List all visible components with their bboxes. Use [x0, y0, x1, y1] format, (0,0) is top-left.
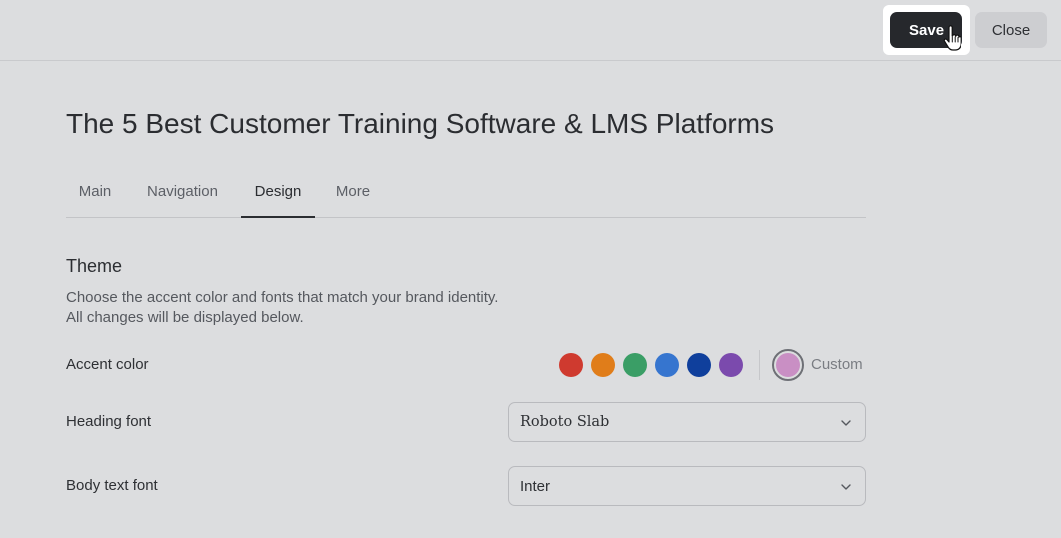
chevron-down-icon	[841, 484, 851, 490]
accent-swatch-blue[interactable]	[655, 353, 679, 377]
swatch-divider	[759, 350, 760, 380]
accent-swatch-purple[interactable]	[719, 353, 743, 377]
hand-cursor-icon	[943, 25, 961, 51]
custom-color-label[interactable]: Custom	[811, 356, 863, 373]
heading-font-select[interactable]: Roboto Slab	[508, 402, 866, 442]
custom-color-swatch[interactable]	[772, 349, 804, 381]
save-button-highlight: Save	[883, 5, 970, 55]
heading-font-value: Roboto Slab	[520, 414, 610, 430]
body-font-select[interactable]: Inter	[508, 466, 866, 506]
theme-section-title: Theme	[66, 256, 123, 276]
tab-main[interactable]: Main	[66, 170, 124, 218]
top-toolbar: Save Close	[0, 0, 1061, 61]
page-title: The 5 Best Customer Training Software & …	[66, 108, 775, 139]
accent-swatch-navy[interactable]	[687, 353, 711, 377]
tab-design[interactable]: Design	[241, 170, 315, 218]
body-font-value: Inter	[520, 478, 551, 495]
custom-color-fill	[776, 353, 800, 377]
accent-swatch-orange[interactable]	[591, 353, 615, 377]
heading-font-label: Heading font	[66, 413, 152, 430]
accent-swatch-green[interactable]	[623, 353, 647, 377]
chevron-down-icon	[841, 420, 851, 426]
accent-swatch-red[interactable]	[559, 353, 583, 377]
theme-description-line1: Choose the accent color and fonts that m…	[66, 289, 499, 306]
close-button[interactable]: Close	[975, 12, 1047, 48]
tab-more[interactable]: More	[327, 170, 379, 218]
tab-navigation[interactable]: Navigation	[136, 170, 229, 218]
tab-bar: Main Navigation Design More	[66, 170, 866, 218]
body-font-label: Body text font	[66, 477, 158, 494]
accent-color-label: Accent color	[66, 356, 149, 373]
theme-description-line2: All changes will be displayed below.	[66, 309, 304, 326]
